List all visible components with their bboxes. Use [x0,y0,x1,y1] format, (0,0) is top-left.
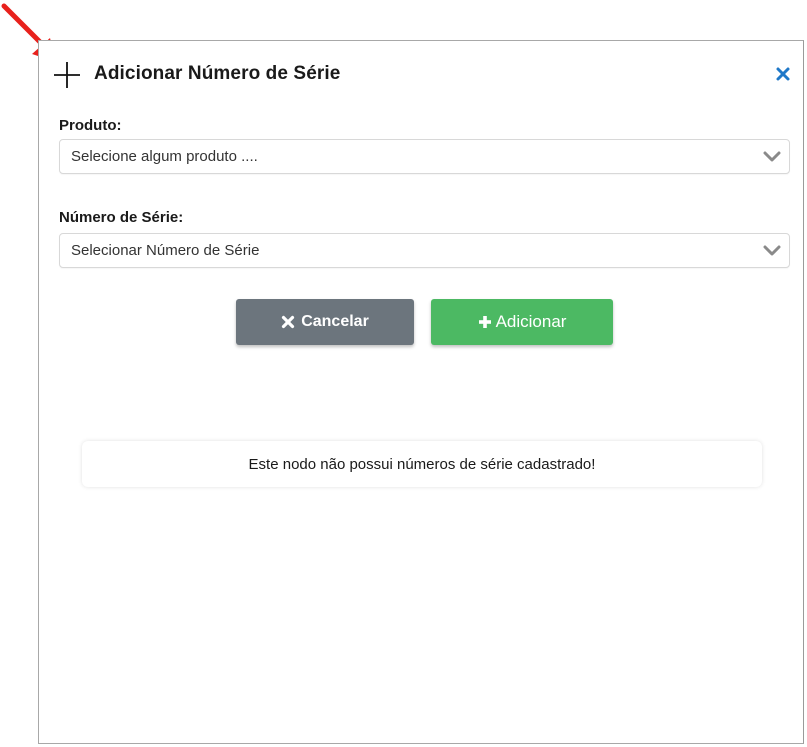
cancel-button-label: Cancelar [301,313,369,330]
modal-title: Adicionar Número de Série [94,63,341,84]
close-icon[interactable] [775,66,791,82]
times-icon [282,315,295,329]
add-button-label: Adicionar [495,312,567,331]
serial-number-select[interactable]: Selecionar Número de Série [59,233,790,268]
product-label: Produto: [59,117,122,134]
serial-number-label: Número de Série: [59,209,184,226]
empty-state-message: Este nodo não possui números de série ca… [82,441,762,487]
plus-icon [478,316,491,328]
chevron-down-icon [763,245,781,256]
cancel-button[interactable]: Cancelar [236,299,414,345]
product-select[interactable]: Selecione algum produto .... [59,139,790,174]
plus-icon [54,62,80,88]
modal-header: Adicionar Número de Série [39,41,803,109]
chevron-down-icon [763,151,781,162]
empty-state-text: Este nodo não possui números de série ca… [248,455,596,473]
screenshot-stage: Adicionar Número de Série Produto: Selec… [0,0,807,747]
add-serial-number-modal: Adicionar Número de Série Produto: Selec… [38,40,804,744]
product-select-value: Selecione algum produto .... [71,148,258,165]
serial-number-select-value: Selecionar Número de Série [71,242,260,259]
add-button[interactable]: Adicionar [431,299,613,345]
